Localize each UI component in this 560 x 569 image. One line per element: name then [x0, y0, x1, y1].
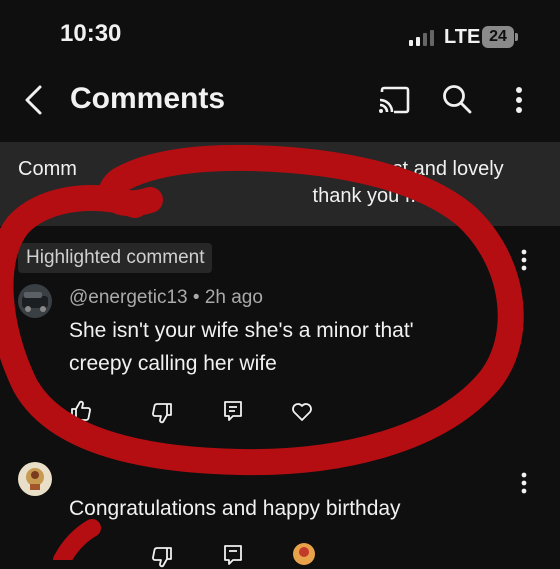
reply-icon[interactable] — [221, 543, 245, 567]
dislike-icon[interactable] — [150, 401, 174, 425]
creator-avatar — [293, 543, 315, 565]
comment-time: 2h ago — [204, 287, 263, 308]
comment-more-icon[interactable] — [521, 472, 527, 494]
signal-icon — [409, 30, 434, 46]
network-label: LTE — [444, 26, 481, 48]
comment-text: Congratulations and happy birthday — [69, 497, 401, 520]
heart-icon[interactable] — [290, 399, 314, 423]
avatar[interactable] — [18, 462, 52, 496]
back-icon[interactable] — [22, 84, 46, 116]
search-icon[interactable] — [442, 84, 472, 114]
page-title: Comments — [70, 82, 226, 115]
meta-dot: • — [192, 287, 205, 308]
dislike-icon[interactable] — [150, 545, 174, 569]
more-vert-icon[interactable] — [512, 86, 526, 114]
status-time: 10:30 — [60, 20, 122, 47]
comment-author[interactable]: @energetic13 — [69, 287, 188, 308]
comment-text: She isn't your wife she's a minor that' … — [69, 319, 414, 375]
battery-icon: 24 — [482, 26, 518, 48]
highlighted-badge: Highlighted comment — [18, 243, 213, 273]
avatar[interactable] — [18, 284, 52, 318]
cast-icon[interactable] — [378, 86, 410, 114]
like-icon[interactable] — [69, 399, 93, 423]
battery-level: 24 — [482, 26, 514, 48]
description-text: Comm my most and lovely thank you f... — [18, 158, 504, 207]
comment-more-icon[interactable] — [521, 249, 527, 271]
comment-meta: @energetic13 • 2h ago — [69, 287, 263, 309]
reply-icon[interactable] — [221, 399, 245, 423]
